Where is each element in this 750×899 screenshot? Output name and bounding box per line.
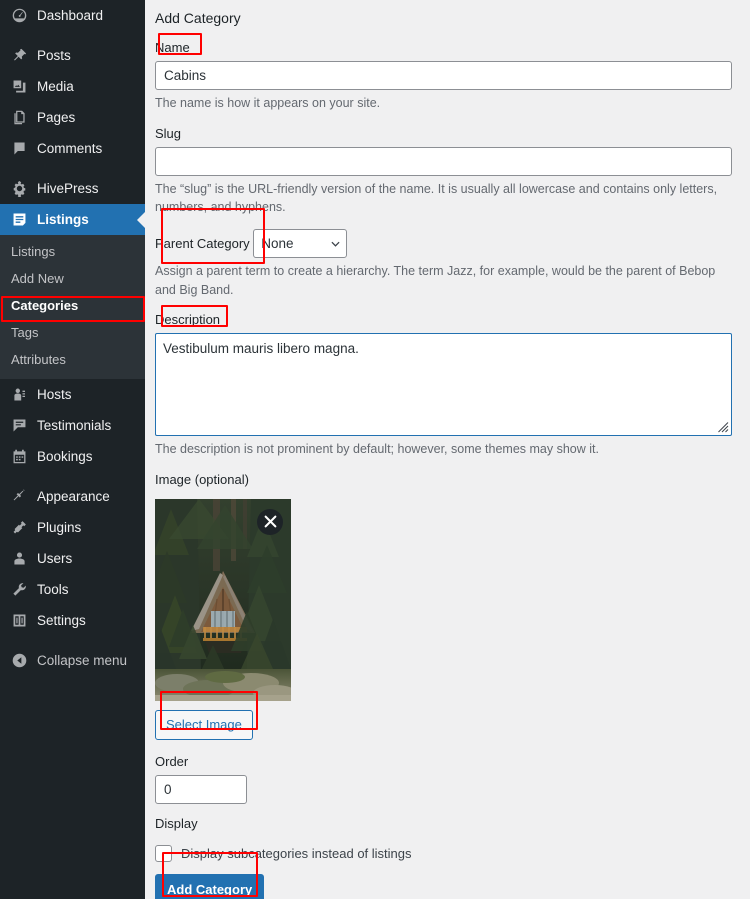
- name-field-block: Name The name is how it appears on your …: [155, 39, 732, 113]
- description-field-block: Description Vestibulum mauris libero mag…: [155, 311, 732, 459]
- display-subcategories-row[interactable]: Display subcategories instead of listing…: [155, 845, 732, 863]
- sidebar-item-pages[interactable]: Pages: [0, 102, 145, 133]
- image-field-block: Image (optional) Select Image: [155, 471, 732, 741]
- add-category-button[interactable]: Add Category: [155, 874, 265, 899]
- display-subcategories-label: Display subcategories instead of listing…: [181, 846, 412, 862]
- submenu-item-listings[interactable]: Listings: [0, 239, 145, 266]
- testimonials-icon: [9, 416, 29, 436]
- submenu-item-add-new[interactable]: Add New: [0, 266, 145, 293]
- display-subcategories-checkbox[interactable]: [155, 845, 172, 863]
- parent-category-select-wrap: None: [253, 229, 348, 259]
- remove-image-button[interactable]: [257, 508, 283, 535]
- sidebar-item-label: Comments: [37, 141, 103, 156]
- name-label: Name: [155, 39, 190, 55]
- pages-icon: [9, 108, 29, 128]
- parent-category-help-text: Assign a parent term to create a hierarc…: [155, 264, 716, 297]
- slug-help-text: The “slug” is the URL-friendly version o…: [155, 181, 718, 215]
- listings-submenu: Listings Add New Categories Tags Attribu…: [0, 235, 145, 380]
- slug-input[interactable]: [155, 146, 732, 176]
- sidebar-item-bookings[interactable]: Bookings: [0, 441, 145, 472]
- media-icon: [9, 77, 29, 97]
- sidebar-item-comments[interactable]: Comments: [0, 133, 145, 164]
- sidebar-item-label: Listings: [37, 212, 89, 227]
- sidebar-item-hivepress[interactable]: HivePress: [0, 173, 145, 204]
- sidebar-item-tools[interactable]: Tools: [0, 574, 145, 605]
- sidebar-separator: [0, 472, 145, 481]
- submenu-item-tags[interactable]: Tags: [0, 320, 145, 347]
- collapse-icon: [9, 651, 29, 671]
- admin-screen: Dashboard Posts Media Pages Comments Hiv…: [0, 0, 750, 899]
- tools-icon: [9, 580, 29, 600]
- sidebar-item-testimonials[interactable]: Testimonials: [0, 410, 145, 441]
- sidebar-item-label: Appearance: [37, 489, 110, 505]
- parent-category-label: Parent Category: [155, 236, 250, 252]
- sidebar-item-label: Plugins: [37, 520, 82, 536]
- submenu-item-categories[interactable]: Categories: [0, 293, 145, 320]
- description-textarea-holder: Vestibulum mauris libero magna.: [155, 332, 732, 436]
- select-image-button[interactable]: Select Image: [155, 709, 253, 741]
- appearance-icon: [9, 487, 29, 507]
- sidebar-item-hosts[interactable]: Hosts: [0, 379, 145, 410]
- sidebar-item-label: Media: [37, 79, 74, 94]
- display-label: Display: [155, 816, 198, 832]
- plugins-icon: [9, 518, 29, 538]
- sidebar-item-label: Bookings: [37, 449, 93, 465]
- image-label: Image (optional): [155, 471, 249, 487]
- parent-category-select[interactable]: None: [253, 229, 348, 259]
- parent-category-field-block: Parent Category None Assign a parent ter…: [155, 229, 732, 300]
- description-label: Description: [155, 311, 221, 327]
- description-textarea[interactable]: Vestibulum mauris libero magna.: [155, 332, 732, 436]
- settings-icon: [9, 611, 29, 631]
- admin-sidebar: Dashboard Posts Media Pages Comments Hiv…: [0, 0, 145, 899]
- slug-field-block: Slug The “slug” is the URL-friendly vers…: [155, 125, 732, 218]
- sidebar-separator: [0, 164, 145, 173]
- comments-icon: [9, 139, 29, 159]
- sidebar-separator: [0, 636, 145, 645]
- sidebar-item-settings[interactable]: Settings: [0, 605, 145, 636]
- order-field-block: Order: [155, 753, 732, 805]
- sidebar-item-media[interactable]: Media: [0, 71, 145, 102]
- hosts-icon: [9, 385, 29, 405]
- description-help-text: The description is not prominent by defa…: [155, 441, 599, 456]
- dashboard-icon: [9, 6, 29, 26]
- listings-icon: [9, 210, 29, 230]
- submenu-item-attributes[interactable]: Attributes: [0, 347, 145, 374]
- sidebar-item-label: Pages: [37, 110, 76, 125]
- sidebar-item-label: Hosts: [37, 387, 72, 403]
- close-icon: [264, 515, 276, 528]
- bookings-icon: [9, 447, 29, 467]
- slug-label: Slug: [155, 125, 182, 141]
- sidebar-item-label: HivePress: [37, 181, 99, 196]
- sidebar-item-dashboard[interactable]: Dashboard: [0, 0, 145, 31]
- main-content: Add Category Name The name is how it app…: [145, 0, 750, 899]
- sidebar-item-plugins[interactable]: Plugins: [0, 512, 145, 543]
- name-help-text: The name is how it appears on your site.: [155, 95, 381, 110]
- sidebar-item-label: Testimonials: [37, 418, 112, 434]
- image-thumbnail[interactable]: [155, 498, 291, 701]
- page-title: Add Category: [155, 10, 241, 26]
- hivepress-icon: [9, 179, 29, 199]
- display-field-block: Display Display subcategories instead of…: [155, 815, 732, 863]
- sidebar-separator: [0, 31, 145, 40]
- sidebar-item-label: Users: [37, 551, 73, 567]
- sidebar-item-label: Tools: [37, 582, 69, 598]
- users-icon: [9, 549, 29, 569]
- sidebar-item-users[interactable]: Users: [0, 543, 145, 574]
- sidebar-item-label: Dashboard: [37, 8, 104, 23]
- sidebar-item-label: Posts: [37, 48, 71, 63]
- sidebar-item-appearance[interactable]: Appearance: [0, 481, 145, 512]
- sidebar-item-posts[interactable]: Posts: [0, 40, 145, 71]
- sidebar-item-label: Settings: [37, 613, 86, 629]
- pin-icon: [9, 46, 29, 66]
- sidebar-item-collapse[interactable]: Collapse menu: [0, 645, 145, 676]
- name-input[interactable]: [155, 60, 732, 90]
- sidebar-item-label: Collapse menu: [37, 653, 128, 669]
- order-input[interactable]: [155, 775, 247, 805]
- order-label: Order: [155, 754, 189, 770]
- sidebar-item-listings[interactable]: Listings: [0, 204, 145, 235]
